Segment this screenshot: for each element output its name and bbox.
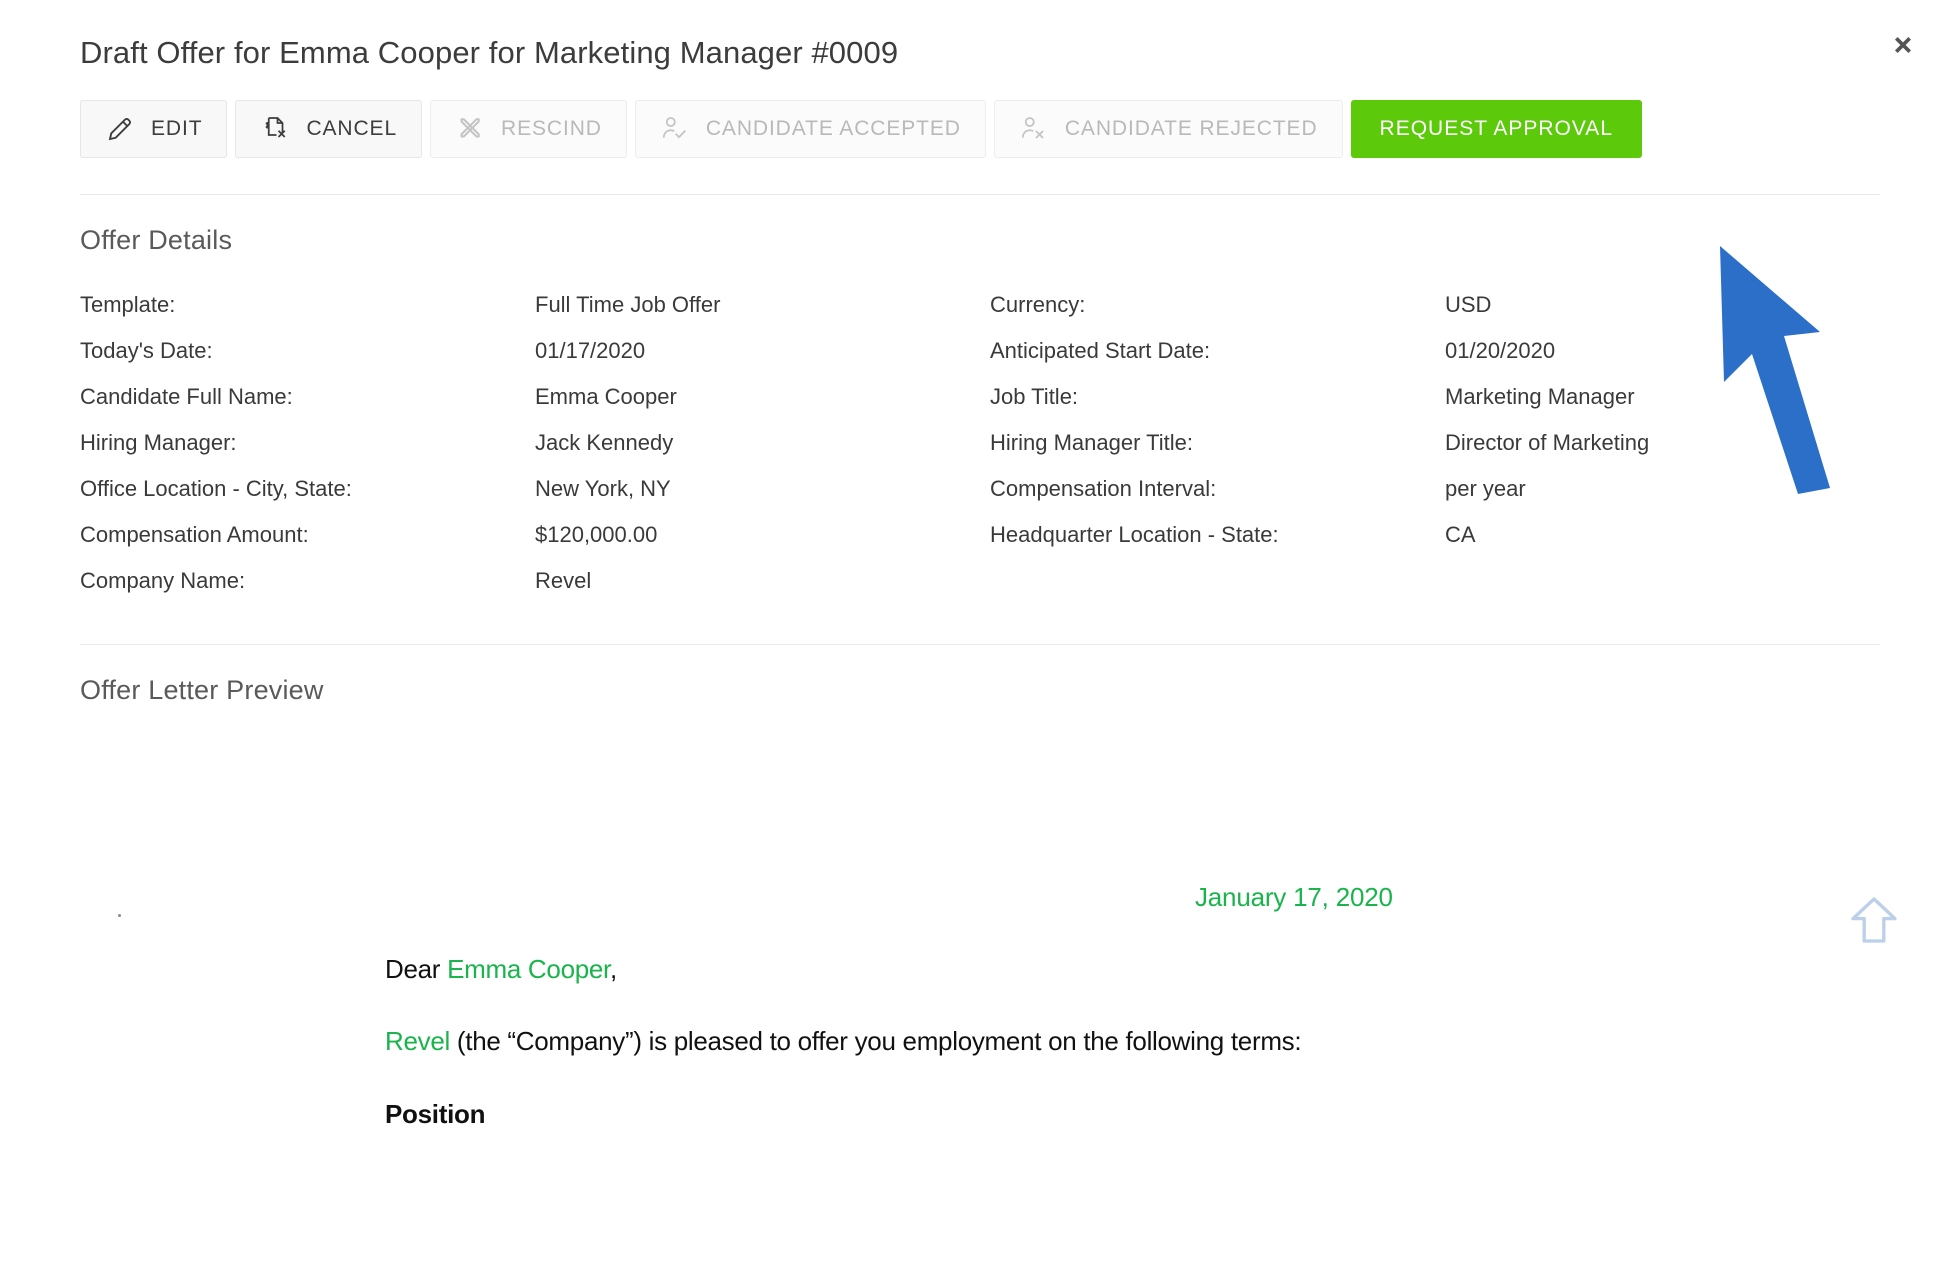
modal-header: Draft Offer for Emma Cooper for Marketin… — [0, 0, 1960, 96]
detail-label-template: Template: — [80, 292, 176, 317]
offer-details-grid: Template: Full Time Job Offer Currency: … — [0, 282, 1960, 604]
edit-button-label: EDIT — [151, 117, 203, 140]
letter-salutation: Dear Emma Cooper, — [385, 954, 1880, 985]
detail-value-compensation-amount: $120,000.00 — [535, 522, 658, 547]
detail-value-currency: USD — [1445, 292, 1492, 317]
offer-letter-preview-pane: January 17, 2020 Dear Emma Cooper, Revel… — [0, 882, 1960, 1130]
rescind-button-label: RESCIND — [501, 117, 602, 140]
detail-label-job-title: Job Title: — [990, 384, 1079, 409]
letter-candidate-name: Emma Cooper — [447, 954, 610, 984]
person-check-icon — [660, 114, 690, 144]
detail-label-hiring-manager: Hiring Manager: — [80, 430, 237, 455]
detail-label-hiring-manager-title: Hiring Manager Title: — [990, 430, 1193, 455]
person-x-icon — [1019, 114, 1049, 144]
letter-date: January 17, 2020 — [1195, 882, 1393, 912]
detail-value-compensation-interval: per year — [1445, 476, 1526, 501]
detail-label-currency: Currency: — [990, 292, 1086, 317]
cancel-button-label: CANCEL — [306, 117, 398, 140]
detail-value-job-title: Marketing Manager — [1445, 384, 1635, 409]
offer-details-title: Offer Details — [80, 225, 233, 255]
candidate-accepted-button[interactable]: CANDIDATE ACCEPTED — [634, 100, 986, 158]
action-toolbar: EDIT CANCEL RESCIND CANDIDATE ACCEPTED C… — [0, 100, 1960, 158]
close-icon[interactable] — [1880, 22, 1926, 68]
detail-value-headquarter-state: CA — [1445, 522, 1476, 547]
letter-position-heading: Position — [385, 1099, 486, 1129]
candidate-accepted-button-label: CANDIDATE ACCEPTED — [705, 117, 961, 140]
rescind-button[interactable]: RESCIND — [430, 100, 627, 158]
detail-value-hiring-manager: Jack Kennedy — [535, 430, 674, 455]
offer-letter-preview-title: Offer Letter Preview — [80, 675, 324, 705]
detail-label-company-name: Company Name: — [80, 568, 246, 593]
detail-label-anticipated-start: Anticipated Start Date: — [990, 338, 1211, 363]
detail-label-office-location: Office Location - City, State: — [80, 476, 352, 501]
document-dollar-x-icon — [260, 114, 290, 144]
detail-value-todays-date: 01/17/2020 — [535, 338, 646, 363]
letter-intro-paragraph: Revel (the “Company”) is pleased to offe… — [385, 1026, 1880, 1057]
detail-label-headquarter-state: Headquarter Location - State: — [990, 522, 1279, 547]
detail-value-company-name: Revel — [535, 568, 592, 593]
details-divider — [80, 644, 1880, 645]
candidate-rejected-button[interactable]: CANDIDATE REJECTED — [993, 100, 1343, 158]
letter-salutation-prefix: Dear — [385, 954, 448, 984]
pencil-icon — [105, 114, 135, 144]
detail-label-compensation-interval: Compensation Interval: — [990, 476, 1217, 501]
request-approval-button[interactable]: REQUEST APPROVAL — [1350, 100, 1642, 158]
request-approval-button-label: REQUEST APPROVAL — [1379, 117, 1613, 140]
detail-value-office-location: New York, NY — [535, 476, 671, 501]
detail-label-candidate-name: Candidate Full Name: — [80, 384, 293, 409]
edit-button[interactable]: EDIT — [80, 100, 228, 158]
page-title: Draft Offer for Emma Cooper for Marketin… — [80, 35, 899, 70]
detail-label-todays-date: Today's Date: — [80, 338, 213, 363]
offer-detail-modal: Draft Offer for Emma Cooper for Marketin… — [0, 0, 1960, 1278]
letter-company-name: Revel — [385, 1026, 450, 1056]
detail-value-anticipated-start: 01/20/2020 — [1445, 338, 1556, 363]
letter-salutation-suffix: , — [609, 954, 617, 984]
toolbar-divider — [80, 194, 1880, 195]
detail-value-candidate-name: Emma Cooper — [535, 384, 677, 409]
detail-label-compensation-amount: Compensation Amount: — [80, 522, 309, 547]
cancel-button[interactable]: CANCEL — [235, 100, 423, 158]
x-cross-icon — [455, 114, 485, 144]
offer-letter-body: January 17, 2020 Dear Emma Cooper, Revel… — [80, 882, 1880, 1130]
detail-value-hiring-manager-title: Director of Marketing — [1445, 430, 1650, 455]
candidate-rejected-button-label: CANDIDATE REJECTED — [1064, 117, 1318, 140]
letter-intro-rest: (the “Company”) is pleased to offer you … — [449, 1026, 1302, 1056]
detail-value-template: Full Time Job Offer — [535, 292, 721, 317]
